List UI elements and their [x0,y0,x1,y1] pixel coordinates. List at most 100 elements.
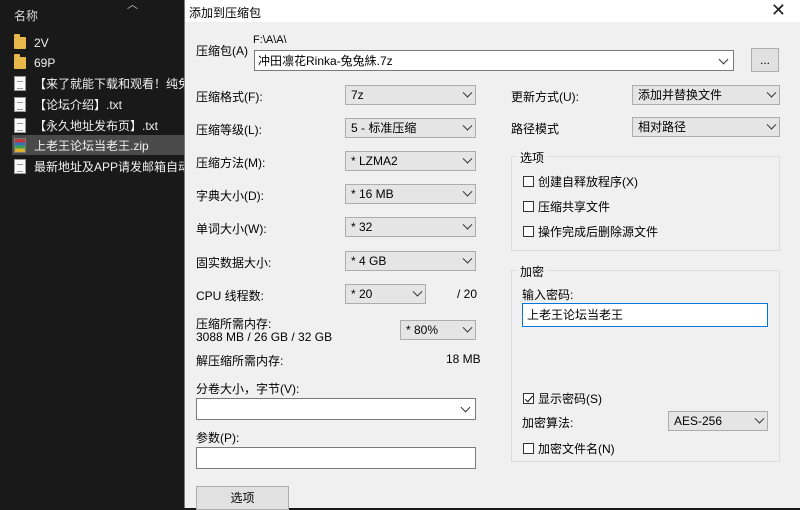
file-item-txt-3[interactable]: 【永久地址发布页】.txt [14,115,184,135]
close-icon[interactable]: ✕ [771,1,786,19]
chevron-down-icon [462,253,473,264]
level-label: 压缩等级(L): [196,123,263,137]
word-size-select[interactable]: * 32 [345,217,476,237]
params-label: 参数(P): [196,431,240,445]
word-size-label: 单词大小(W): [196,222,267,236]
file-name: 【永久地址发布页】.txt [34,118,159,133]
password-input[interactable]: 上老王论坛当老王 [522,303,768,327]
chevron-down-icon [462,186,473,197]
file-name: 69P [34,56,56,70]
chevron-down-icon [462,120,473,131]
options-button[interactable]: 选项 [196,486,289,510]
mem-percent-select[interactable]: * 80% [400,320,476,340]
cpu-threads-total: / 20 [457,287,478,301]
sort-chevron-icon: ︿ [127,0,138,11]
text-file-icon [14,158,26,174]
split-size-label: 分卷大小，字节(V): [196,382,300,396]
column-header-name[interactable]: 名称 [14,7,38,24]
enc-method-select[interactable]: AES-256 [668,411,768,431]
level-value: 5 - 标准压缩 [351,121,417,135]
solid-block-label: 固实数据大小: [196,256,272,270]
cpu-threads-label: CPU 线程数: [196,289,265,303]
enc-method-value: AES-256 [674,414,723,428]
encrypt-names-label: 加密文件名(N) [538,442,615,456]
text-file-icon [14,75,26,91]
checkbox-box-checked[interactable] [523,393,534,404]
chevron-down-icon[interactable] [460,402,471,413]
file-item-2v[interactable]: 2V [14,33,184,53]
compress-shared-checkbox[interactable]: 压缩共享文件 [523,198,610,215]
dict-size-value: * 16 MB [351,187,394,201]
path-mode-label: 路径模式 [511,122,560,136]
file-item-txt-4[interactable]: 最新地址及APP请发邮箱自动 [14,156,184,176]
chevron-down-icon [766,87,777,98]
format-select[interactable]: 7z [345,85,476,105]
folder-icon [14,34,26,49]
path-mode-select[interactable]: 相对路径 [632,117,780,137]
options-group-label: 选项 [517,149,548,166]
text-file-icon [14,96,26,112]
checkbox-box[interactable] [523,201,534,212]
file-name: 【论坛介绍】.txt [34,97,123,112]
chevron-down-icon [766,119,777,130]
params-input[interactable] [196,447,476,469]
chevron-down-icon [754,413,765,424]
encrypt-names-checkbox[interactable]: 加密文件名(N) [523,440,615,457]
chevron-down-icon[interactable] [718,54,729,65]
cpu-threads-value: * 20 [351,287,373,301]
mem-compress-value: 3088 MB / 26 GB / 32 GB [196,330,333,344]
mem-decompress-value: 18 MB [446,352,481,366]
chevron-down-icon [462,322,473,333]
dict-size-select[interactable]: * 16 MB [345,184,476,204]
chevron-down-icon [412,286,423,297]
format-label: 压缩格式(F): [196,90,263,104]
delete-after-label: 操作完成后删除源文件 [538,225,659,239]
archive-path: F:\A\A\ [253,34,287,46]
browse-button[interactable]: ... [751,48,779,72]
method-label: 压缩方法(M): [196,156,266,170]
checkbox-box[interactable] [523,176,534,187]
chevron-down-icon [462,219,473,230]
password-value: 上老王论坛当老王 [527,308,624,322]
delete-after-checkbox[interactable]: 操作完成后删除源文件 [523,223,658,240]
create-sfx-label: 创建自释放程序(X) [538,175,638,189]
file-name: 【来了就能下载和观看！纯免 [34,76,184,91]
encryption-group-label: 加密 [517,263,548,280]
zip-archive-icon [14,137,26,153]
solid-block-value: * 4 GB [351,254,387,268]
file-item-txt-2[interactable]: 【论坛介绍】.txt [14,94,184,114]
folder-icon [14,54,26,69]
solid-block-select[interactable]: * 4 GB [345,251,476,271]
word-size-value: * 32 [351,220,373,234]
show-password-checkbox[interactable]: 显示密码(S) [523,390,602,407]
update-mode-label: 更新方式(U): [511,90,579,104]
file-item-zip-selected[interactable]: 上老王论坛当老王.zip [12,135,184,155]
archive-name-value: 冲田凛花Rinka-兔兔絑.7z [258,54,393,68]
level-select[interactable]: 5 - 标准压缩 [345,118,476,138]
format-value: 7z [351,88,364,102]
file-explorer-panel: 名称 ︿ 2V 69P 【来了就能下载和观看！纯免 【论坛介绍】.txt 【永久… [0,0,184,508]
add-to-archive-dialog: 添加到压缩包 ✕ 压缩包(A) F:\A\A\ 冲田凛花Rinka-兔兔絑.7z… [184,0,800,510]
cpu-threads-select[interactable]: * 20 [345,284,426,304]
archive-name-combo[interactable]: 冲田凛花Rinka-兔兔絑.7z [254,50,734,71]
method-select[interactable]: * LZMA2 [345,151,476,171]
file-item-69p[interactable]: 69P [14,53,184,73]
update-mode-value: 添加并替换文件 [638,88,723,102]
checkbox-box[interactable] [523,443,534,454]
split-size-combo[interactable] [196,398,476,420]
show-password-label: 显示密码(S) [538,392,602,406]
file-name: 最新地址及APP请发邮箱自动 [34,159,184,174]
enc-method-label: 加密算法: [522,416,574,430]
file-item-txt-1[interactable]: 【来了就能下载和观看！纯免 [14,73,184,93]
dialog-titlebar[interactable]: 添加到压缩包 ✕ [185,0,800,22]
checkbox-box[interactable] [523,226,534,237]
mem-decompress-label: 解压缩所需内存: [196,354,284,368]
file-name: 上老王论坛当老王.zip [34,138,149,153]
update-mode-select[interactable]: 添加并替换文件 [632,85,780,105]
chevron-down-icon [462,87,473,98]
chevron-down-icon [462,153,473,164]
archive-label: 压缩包(A) [196,44,248,58]
dialog-title: 添加到压缩包 [189,6,262,20]
text-file-icon [14,117,26,133]
create-sfx-checkbox[interactable]: 创建自释放程序(X) [523,173,638,190]
